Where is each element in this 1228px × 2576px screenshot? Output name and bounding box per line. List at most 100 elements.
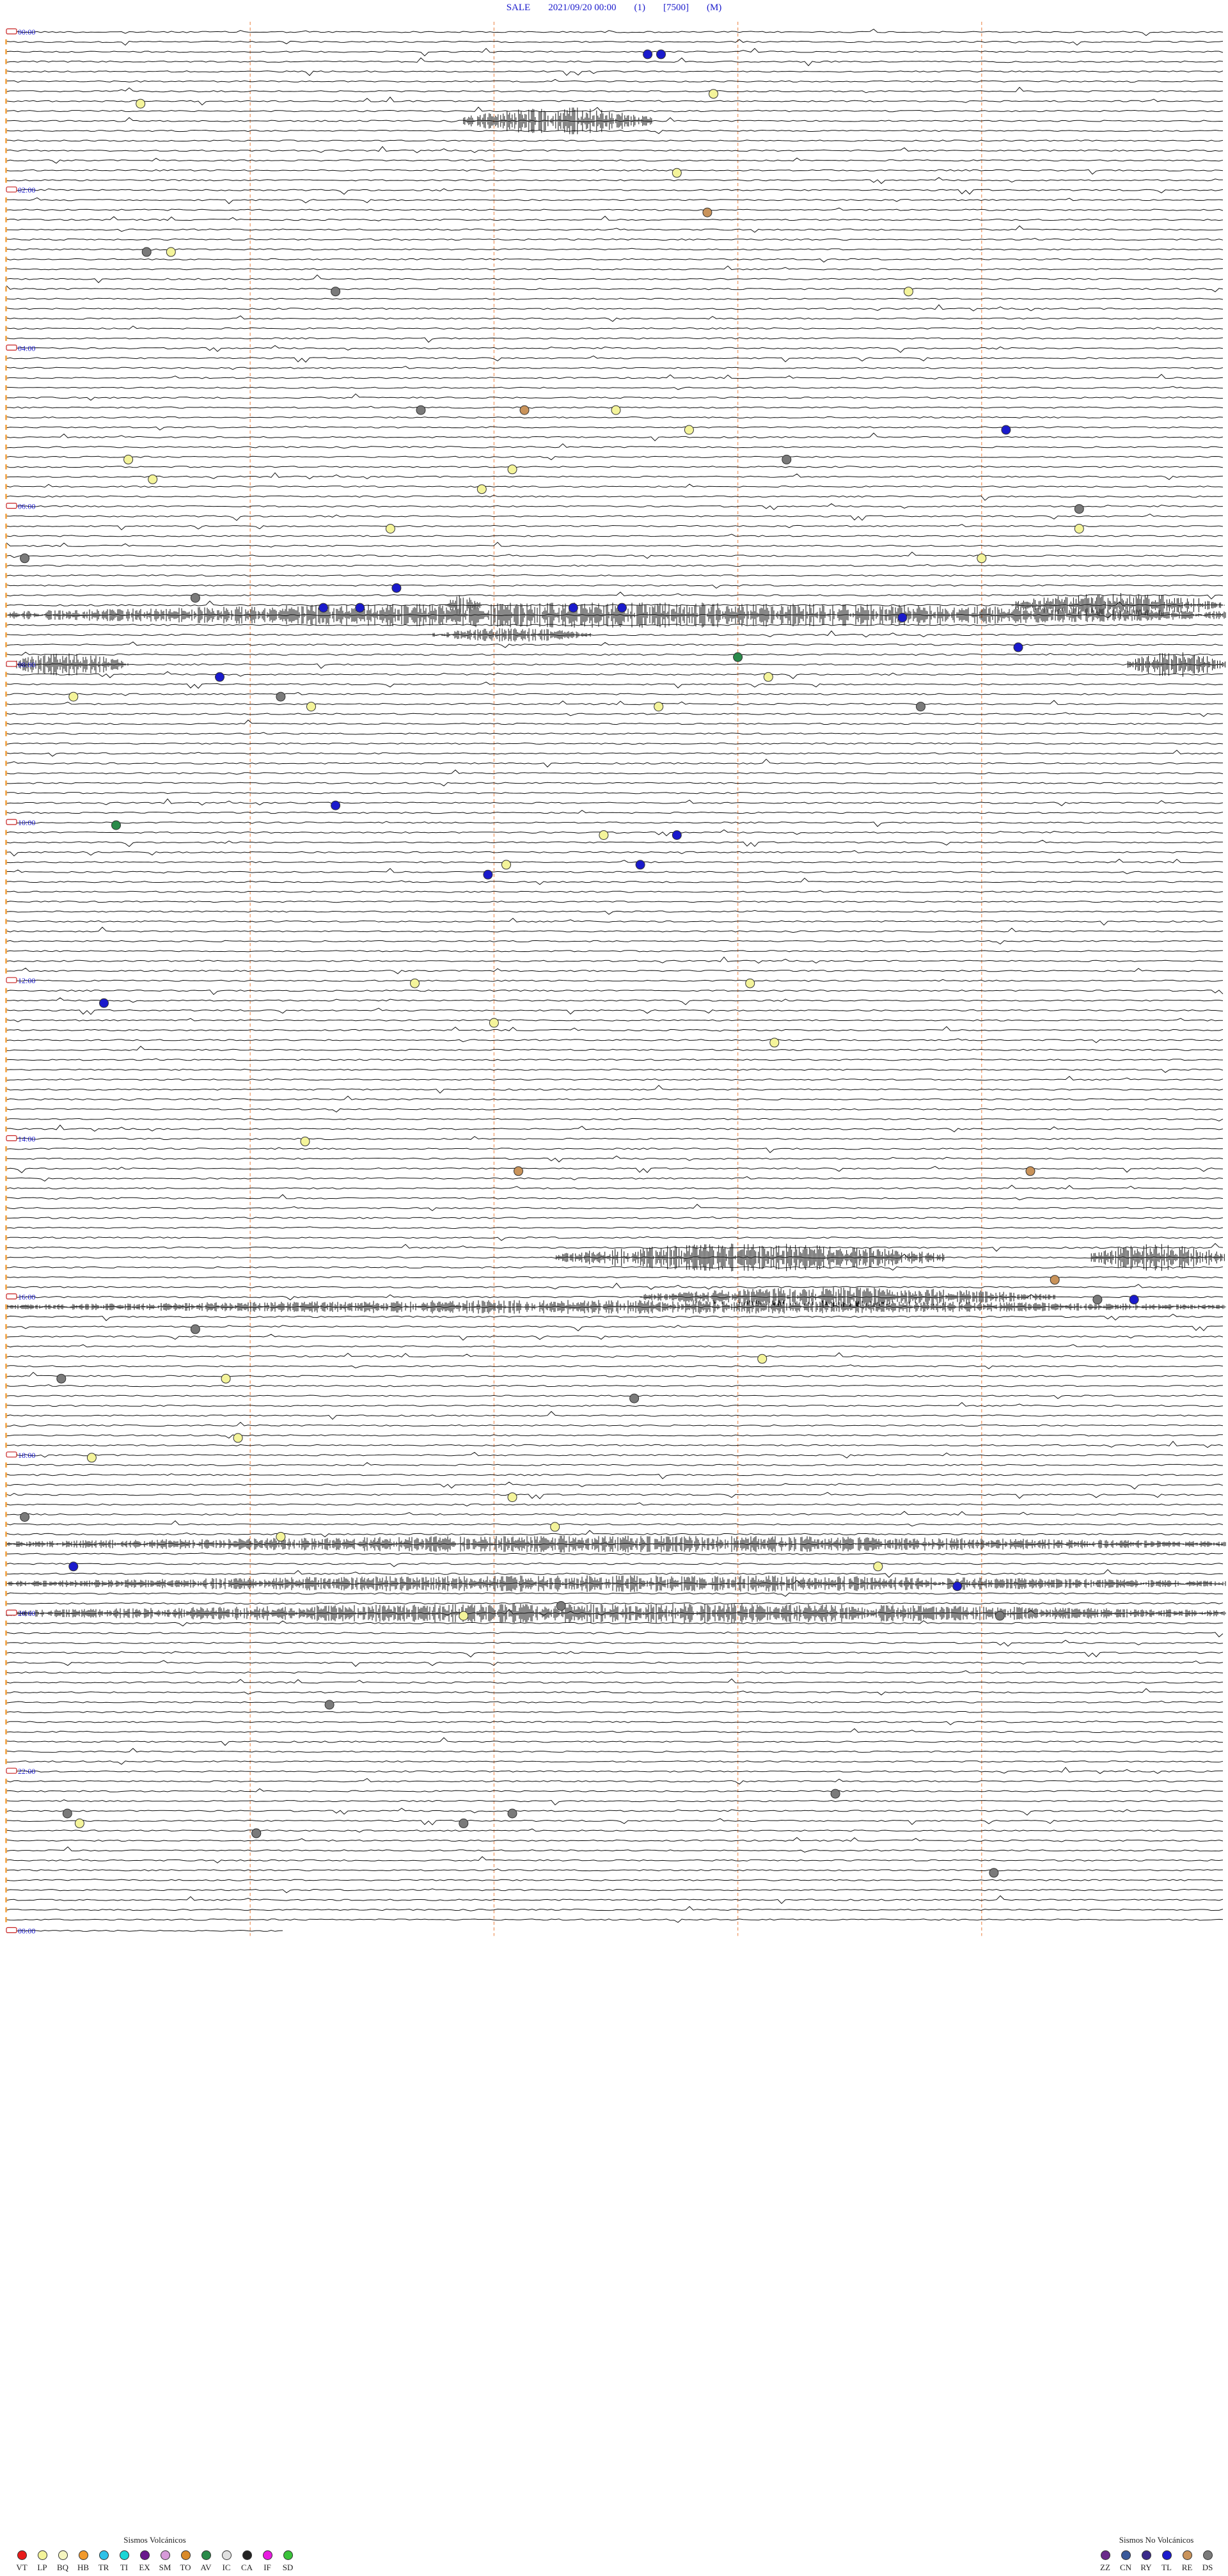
side-tick-33 xyxy=(5,355,7,361)
trace-18 xyxy=(6,207,1224,211)
side-tick-58 xyxy=(5,603,7,608)
side-tick-52 xyxy=(5,543,7,549)
legend-nonvolcanic-item-zz: ZZ xyxy=(1095,2550,1115,2573)
trace-141 xyxy=(6,1421,1224,1427)
legend-dot-tr xyxy=(98,2550,109,2560)
trace-86 xyxy=(6,878,1224,885)
trace-34 xyxy=(6,365,1224,370)
side-tick-20 xyxy=(5,227,7,232)
trace-32 xyxy=(6,345,1224,353)
trace-184 xyxy=(6,1846,1224,1853)
side-tick-26 xyxy=(5,286,7,292)
trace-43 xyxy=(6,455,1224,461)
trace-108 xyxy=(6,1095,1224,1101)
event-68-LP xyxy=(550,1522,560,1532)
trace-57 xyxy=(6,591,1224,600)
side-tick-105 xyxy=(5,1067,7,1073)
side-tick-103 xyxy=(5,1047,7,1053)
trace-175 xyxy=(6,1760,1224,1765)
side-tick-110 xyxy=(5,1116,7,1122)
event-48-TL xyxy=(99,998,109,1008)
trace-187 xyxy=(6,1878,1224,1881)
event-15-LP xyxy=(123,454,134,464)
event-14-LP xyxy=(684,425,694,435)
event-38-LP xyxy=(654,702,664,712)
side-tick-28 xyxy=(5,306,7,312)
trace-55 xyxy=(6,574,1224,577)
side-tick-146 xyxy=(5,1472,7,1478)
trace-134 xyxy=(6,1352,1224,1358)
side-tick-75 xyxy=(5,770,7,776)
side-tick-10 xyxy=(5,128,7,134)
trace-11 xyxy=(6,139,1224,142)
legend-label-ry: RY xyxy=(1140,2563,1152,2572)
event-41-TL xyxy=(331,800,341,810)
side-tick-125 xyxy=(5,1265,7,1270)
trace-87 xyxy=(6,890,1224,893)
side-tick-83 xyxy=(5,849,7,855)
burst-13 xyxy=(6,1604,1226,1623)
trace-48 xyxy=(6,503,1224,510)
event-3-LP xyxy=(136,99,146,109)
side-tick-99 xyxy=(5,1007,7,1013)
trace-85 xyxy=(6,868,1224,874)
trace-22 xyxy=(6,248,1224,251)
hour-marker-4 xyxy=(6,661,17,667)
side-tick-17 xyxy=(5,197,7,203)
trace-97 xyxy=(6,990,1224,995)
trace-52 xyxy=(6,542,1224,548)
trace-99 xyxy=(6,1007,1224,1015)
event-75-DS xyxy=(995,1611,1005,1621)
side-tick-134 xyxy=(5,1354,7,1359)
legend-label-ex: EX xyxy=(139,2563,150,2572)
event-54-RE xyxy=(514,1166,523,1176)
trace-70 xyxy=(6,719,1224,725)
event-80-DS xyxy=(507,1808,517,1819)
trace-12 xyxy=(6,146,1224,154)
side-tick-40 xyxy=(5,425,7,430)
trace-173 xyxy=(6,1737,1224,1746)
side-tick-127 xyxy=(5,1284,7,1290)
trace-120 xyxy=(6,1216,1224,1219)
event-55-RE xyxy=(1025,1166,1035,1176)
event-9-LP xyxy=(903,287,913,297)
legend-label-vt: VT xyxy=(16,2563,28,2572)
legend-volcanic-item-ex: EX xyxy=(134,2550,155,2573)
side-tick-38 xyxy=(5,405,7,411)
side-tick-108 xyxy=(5,1096,7,1102)
hour-label-2: 04:00 xyxy=(18,344,35,352)
trace-124 xyxy=(6,1254,1224,1260)
side-tick-44 xyxy=(5,464,7,470)
trace-176 xyxy=(6,1767,1223,1774)
side-tick-180 xyxy=(5,1808,7,1813)
event-0-TL xyxy=(643,49,653,59)
side-tick-42 xyxy=(5,444,7,450)
legend-dot-vt xyxy=(17,2550,27,2560)
trace-139 xyxy=(6,1402,1224,1407)
burst-10 xyxy=(6,1300,1226,1314)
trace-156 xyxy=(6,1569,1224,1578)
event-2-LP xyxy=(709,89,718,99)
event-72-TL xyxy=(952,1581,963,1592)
trace-182 xyxy=(6,1828,1224,1833)
side-tick-113 xyxy=(5,1146,7,1151)
event-49-LP xyxy=(410,978,420,988)
trace-71 xyxy=(6,732,1224,735)
trace-174 xyxy=(6,1748,1224,1753)
hour-marker-1 xyxy=(6,186,17,193)
trace-81 xyxy=(6,829,1224,837)
trace-121 xyxy=(6,1226,1224,1229)
trace-188 xyxy=(6,1888,1224,1893)
trace-129 xyxy=(6,1305,1224,1308)
trace-145 xyxy=(6,1462,1224,1466)
side-tick-70 xyxy=(5,721,7,727)
trace-147 xyxy=(6,1482,1224,1490)
side-tick-61 xyxy=(5,632,7,638)
trace-123 xyxy=(6,1243,1224,1252)
side-tick-39 xyxy=(5,415,7,420)
trace-171 xyxy=(6,1720,1224,1725)
side-tick-136 xyxy=(5,1373,7,1379)
side-tick-129 xyxy=(5,1304,7,1310)
legend-dot-ry xyxy=(1141,2550,1151,2560)
trace-114 xyxy=(6,1155,1224,1163)
